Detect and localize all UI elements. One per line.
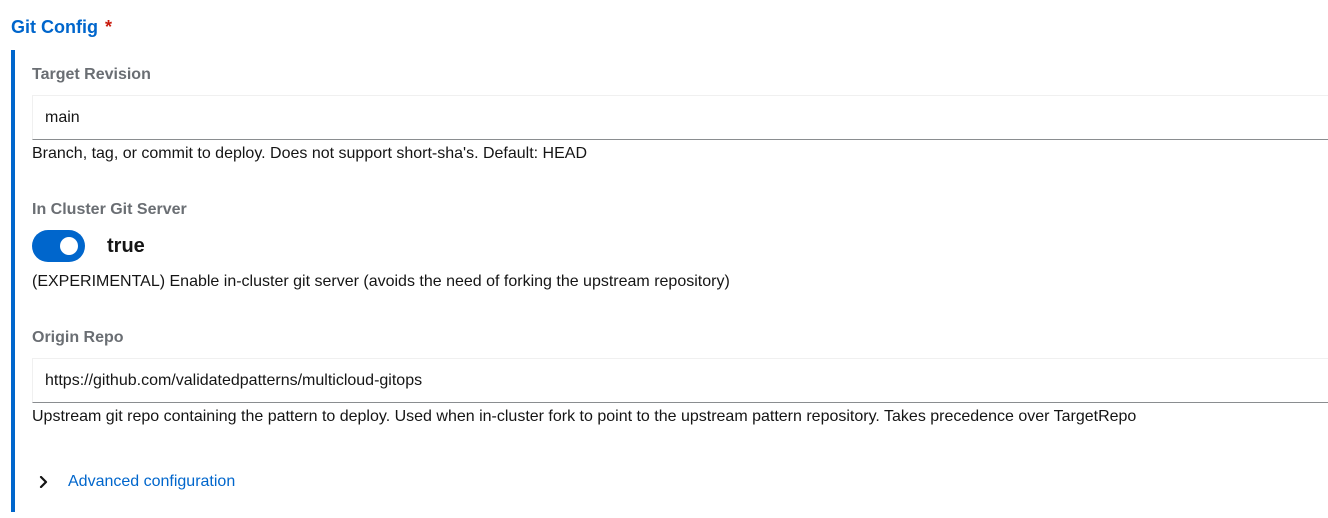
target-revision-input[interactable] bbox=[32, 95, 1328, 140]
toggle-state-label: true bbox=[107, 235, 145, 257]
in-cluster-git-server-help: (EXPERIMENTAL) Enable in-cluster git ser… bbox=[32, 273, 730, 290]
chevron-right-icon[interactable] bbox=[32, 471, 56, 493]
section-title-text: Git Config bbox=[11, 17, 98, 37]
required-marker: * bbox=[105, 17, 113, 37]
in-cluster-git-server-label: In Cluster Git Server bbox=[32, 201, 187, 218]
target-revision-label: Target Revision bbox=[32, 66, 151, 83]
advanced-configuration-toggle[interactable]: Advanced configuration bbox=[32, 471, 235, 493]
section-title: Git Config * bbox=[11, 15, 112, 39]
origin-repo-input[interactable] bbox=[32, 358, 1328, 403]
in-cluster-git-server-toggle[interactable] bbox=[32, 230, 85, 262]
origin-repo-help: Upstream git repo containing the pattern… bbox=[32, 408, 1137, 425]
git-config-group: Target Revision Branch, tag, or commit t… bbox=[11, 50, 1328, 512]
advanced-configuration-label[interactable]: Advanced configuration bbox=[68, 472, 235, 492]
target-revision-help: Branch, tag, or commit to deploy. Does n… bbox=[32, 145, 588, 162]
origin-repo-label: Origin Repo bbox=[32, 329, 124, 346]
toggle-knob bbox=[60, 237, 78, 255]
